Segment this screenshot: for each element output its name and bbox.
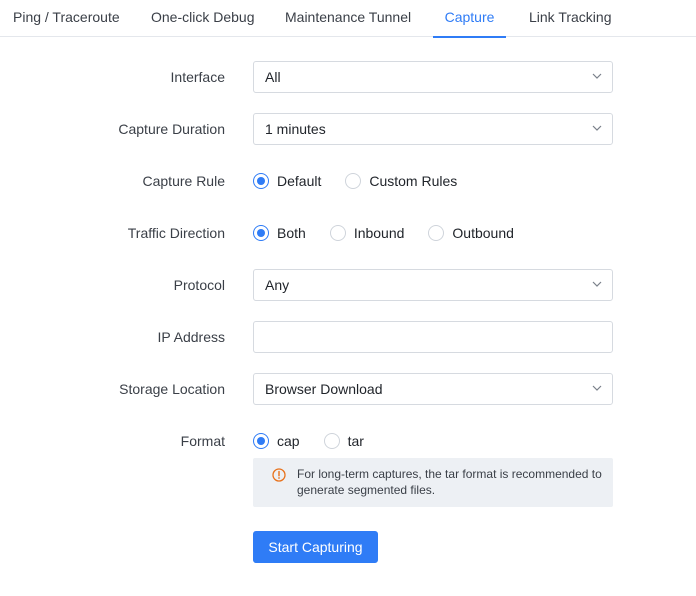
ip-address-label: IP Address [157,329,225,345]
notice-text: For long-term captures, the tar format i… [297,467,602,497]
capture-rule-custom-radio[interactable]: Custom Rules [345,173,457,189]
radio-checked-icon [253,173,269,189]
radio-checked-icon [253,225,269,241]
radio-unchecked-icon [323,433,340,449]
interface-value: All [265,69,281,85]
storage-location-select[interactable]: Browser Download [253,373,613,405]
start-capturing-button[interactable]: Start Capturing [253,531,378,563]
format-radio-group: cap tar [253,431,388,451]
format-cap-radio[interactable]: cap [253,433,300,449]
interface-label: Interface [170,69,225,85]
radio-unchecked-icon [345,173,362,189]
radio-label: Both [277,225,306,241]
protocol-label: Protocol [173,277,225,293]
traffic-direction-both-radio[interactable]: Both [253,225,306,241]
capture-duration-select[interactable]: 1 minutes [253,113,613,145]
chevron-down-icon [592,279,602,289]
tab-bar: Ping / Traceroute One-click Debug Mainte… [0,0,696,38]
traffic-direction-outbound-radio[interactable]: Outbound [428,225,514,241]
radio-label: Outbound [452,225,514,241]
format-notice: For long-term captures, the tar format i… [253,458,613,507]
traffic-direction-label: Traffic Direction [127,225,225,241]
capture-rule-label: Capture Rule [142,173,226,189]
radio-checked-icon [253,433,269,449]
interface-select[interactable]: All [253,61,613,93]
radio-unchecked-icon [329,225,346,241]
capture-duration-value: 1 minutes [265,121,326,137]
format-tar-radio[interactable]: tar [323,433,364,449]
storage-location-label: Storage Location [119,381,225,397]
ip-address-input[interactable] [253,321,613,353]
capture-rule-default-radio[interactable]: Default [253,173,321,189]
protocol-value: Any [265,277,290,293]
radio-label: Custom Rules [369,173,458,189]
radio-label: Default [277,173,322,189]
traffic-direction-inbound-radio[interactable]: Inbound [329,225,405,241]
radio-label: tar [347,433,364,449]
chevron-down-icon [592,123,602,133]
capture-duration-label: Capture Duration [118,121,225,137]
tab-ping-traceroute[interactable]: Ping / Traceroute [13,0,120,37]
storage-location-value: Browser Download [265,381,383,397]
radio-unchecked-icon [428,225,445,241]
chevron-down-icon [592,71,602,81]
tab-link-tracking[interactable]: Link Tracking [529,0,611,37]
tab-capture[interactable]: Capture [433,0,506,38]
protocol-select[interactable]: Any [253,269,613,301]
traffic-direction-radio-group: Both Inbound Outbound [253,223,538,243]
chevron-down-icon [592,383,602,393]
tab-maintenance-tunnel[interactable]: Maintenance Tunnel [285,0,411,37]
format-label: Format [180,433,225,449]
capture-rule-radio-group: Default Custom Rules [253,171,481,191]
tab-one-click-debug[interactable]: One-click Debug [151,0,255,37]
radio-label: Inbound [353,225,405,241]
radio-label: cap [277,433,300,449]
warning-circle-icon [272,468,286,482]
